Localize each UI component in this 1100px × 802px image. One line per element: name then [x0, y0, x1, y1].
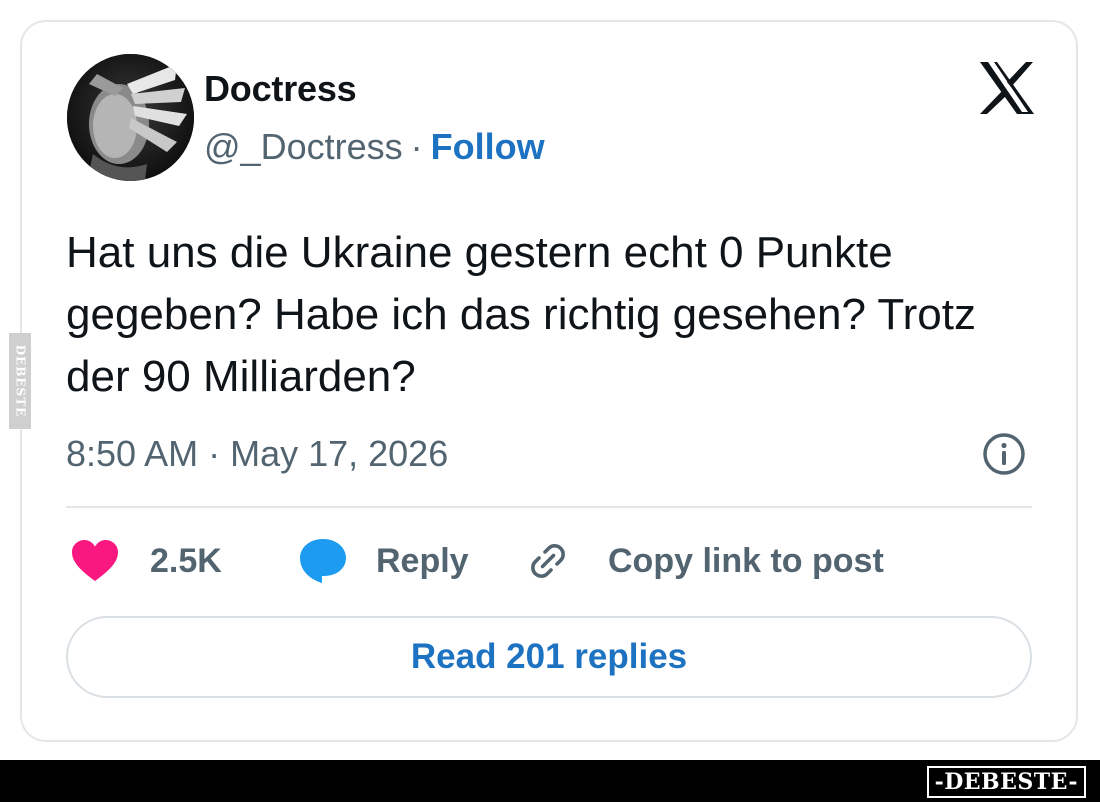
x-logo-icon[interactable] [978, 60, 1036, 116]
speech-bubble-icon [298, 537, 348, 585]
author-handle-row: @_Doctress · Follow [204, 126, 545, 168]
avatar-image [67, 54, 194, 181]
heart-icon [70, 539, 120, 583]
link-icon [526, 539, 570, 583]
like-count: 2.5K [150, 541, 222, 580]
tweet-text: Hat uns die Ukraine gestern echt 0 Punkt… [66, 228, 976, 401]
side-watermark-text: DEBESTE [13, 344, 27, 418]
handle-separator: · [410, 126, 423, 167]
copy-link-label: Copy link to post [608, 541, 884, 580]
info-icon[interactable] [982, 432, 1026, 476]
copy-link-button[interactable]: Copy link to post [526, 536, 884, 586]
author-handle[interactable]: @_Doctress [204, 126, 403, 167]
avatar[interactable] [67, 54, 194, 181]
follow-link[interactable]: Follow [431, 126, 545, 167]
reply-button[interactable]: Reply [298, 536, 469, 586]
read-replies-button[interactable]: Read 201 replies [66, 616, 1032, 698]
author-name[interactable]: Doctress [204, 68, 357, 110]
divider [66, 506, 1032, 508]
brand-logo[interactable]: -DEBESTE- [926, 766, 1086, 798]
timestamp[interactable]: 8:50 AM · May 17, 2026 [66, 433, 448, 475]
footer-bar: -DEBESTE- [0, 760, 1100, 802]
reply-label: Reply [376, 541, 469, 580]
side-watermark: DEBESTE [9, 333, 31, 429]
like-button[interactable]: 2.5K [70, 536, 222, 586]
tweet-card: Doctress @_Doctress · Follow Hat uns die U… [20, 20, 1078, 742]
